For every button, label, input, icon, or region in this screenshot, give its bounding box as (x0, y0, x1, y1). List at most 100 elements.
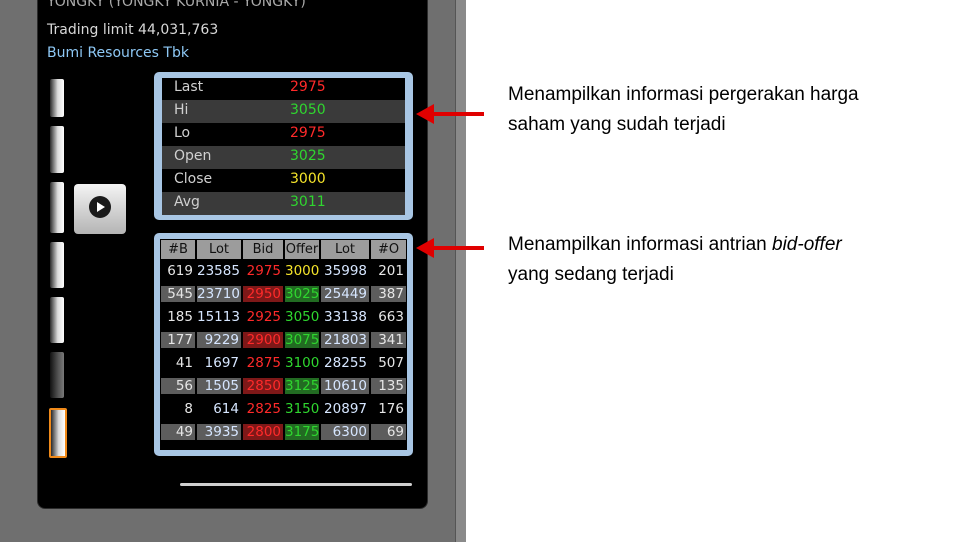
orderbook-cell: 2900 (243, 332, 283, 348)
orderbook-header-cell: #B (161, 240, 195, 259)
orderbook-cell: 9229 (197, 332, 241, 348)
orderbook-cell: 201 (378, 263, 404, 279)
orderbook-cell: 507 (378, 355, 404, 371)
orderbook-cell: 35998 (324, 263, 367, 279)
price-label: Hi (174, 102, 189, 118)
orderbook-cell: 3000 (285, 263, 320, 279)
orderbook-cell: 3100 (285, 355, 320, 371)
price-info-panel: Last 2975 Hi 3050 Lo 2975 Open 3025 Close 3000 Avg… (154, 72, 413, 220)
annotation-queue: Menampilkan informasi antrian bid-offer … (508, 230, 842, 290)
annotation-queue-line2: yang sedang terjadi (508, 264, 674, 285)
orderbook-cell: 3935 (197, 424, 241, 440)
price-row: Avg 3011 (162, 192, 405, 215)
orderbook-cell: 663 (378, 309, 404, 325)
bid-offer-panel: #B Lot Bid Offer Lot #O 619 23585 2975 3000 35998 2… (154, 233, 413, 456)
orderbook-cell: 23585 (197, 263, 240, 279)
orderbook-cell: 56 (161, 378, 195, 394)
orderbook-cell: 2975 (246, 263, 281, 279)
orderbook-cell: 23710 (197, 286, 241, 302)
side-button-4[interactable] (50, 242, 64, 288)
orderbook-header-cell: Lot (197, 240, 241, 259)
price-value: 3011 (290, 194, 326, 210)
annotation-queue-line1: Menampilkan informasi antrian bid-offer (508, 230, 842, 260)
orderbook-cell: 1505 (197, 378, 241, 394)
side-button-selected[interactable] (49, 408, 67, 458)
orderbook-cell: 21803 (321, 332, 369, 348)
trading-limit-label: Trading limit 44,031,763 (47, 22, 219, 38)
orderbook-cell: 176 (378, 401, 404, 417)
annotation-queue-text: Menampilkan informasi antrian (508, 234, 773, 255)
company-name: Bumi Resources Tbk (47, 45, 189, 61)
orderbook-row[interactable]: 49 3935 2800 3175 6300 69 (160, 422, 407, 444)
arrow-left-icon (416, 104, 434, 124)
orderbook-header-cell: Offer (285, 240, 319, 259)
orderbook-cell: 2850 (243, 378, 283, 394)
orderbook-cell: 28255 (324, 355, 367, 371)
price-label: Avg (174, 194, 200, 210)
orderbook-header-cell: Bid (243, 240, 283, 259)
arrow-line-queue (432, 246, 484, 250)
price-label: Lo (174, 125, 191, 141)
orderbook-row[interactable]: 185 15113 2925 3050 33138 663 (160, 307, 407, 329)
side-button-1[interactable] (50, 79, 64, 117)
annotation-price-line2: saham yang sudah terjadi (508, 114, 726, 135)
orderbook-cell: 3150 (285, 401, 320, 417)
orderbook-header-cell: #O (371, 240, 406, 259)
price-table: Last 2975 Hi 3050 Lo 2975 Open 3025 Close 3000 Avg… (162, 77, 405, 215)
orderbook-cell: 6300 (321, 424, 369, 440)
annotation-queue-italic: bid-offer (772, 234, 842, 255)
scroll-indicator[interactable] (180, 483, 412, 486)
orderbook-cell: 3075 (285, 332, 320, 348)
orderbook-cell: 3050 (285, 309, 320, 325)
price-row: Hi 3050 (162, 100, 405, 123)
arrow-left-icon (416, 238, 434, 258)
user-label: YONGKY (YONGKY KURNIA - YONGKY) (47, 0, 306, 10)
orderbook-row[interactable]: 8 614 2825 3150 20897 176 (160, 399, 407, 421)
orderbook-cell: 41 (175, 355, 193, 371)
side-button-5[interactable] (50, 297, 64, 343)
orderbook-cell: 341 (371, 332, 406, 348)
orderbook-cell: 619 (167, 263, 193, 279)
price-value: 2975 (290, 125, 326, 141)
orderbook-row[interactable]: 619 23585 2975 3000 35998 201 (160, 261, 407, 283)
orderbook-cell: 545 (161, 286, 195, 302)
price-value: 2975 (290, 79, 326, 95)
orderbook-cell: 49 (161, 424, 195, 440)
price-label: Last (174, 79, 204, 95)
side-button-6[interactable] (50, 352, 64, 398)
orderbook-header-cell: Lot (321, 240, 369, 259)
orderbook-row[interactable]: 177 9229 2900 3075 21803 341 (160, 330, 407, 352)
play-button[interactable] (74, 184, 126, 234)
orderbook-cell: 387 (371, 286, 406, 302)
orderbook-row[interactable]: 41 1697 2875 3100 28255 507 (160, 353, 407, 375)
orderbook-cell: 2875 (246, 355, 281, 371)
orderbook-cell: 3125 (285, 378, 320, 394)
orderbook-cell: 2800 (243, 424, 283, 440)
orderbook-cell: 33138 (324, 309, 367, 325)
orderbook-cell: 25449 (321, 286, 369, 302)
orderbook-cell: 69 (371, 424, 406, 440)
orderbook-cell: 185 (167, 309, 193, 325)
price-value: 3025 (290, 148, 326, 164)
side-button-2[interactable] (50, 126, 64, 173)
annotation-price-line1: Menampilkan informasi pergerakan harga (508, 84, 859, 105)
orderbook-cell: 2825 (246, 401, 281, 417)
price-row: Open 3025 (162, 146, 405, 169)
device-frame: YONGKY (YONGKY KURNIA - YONGKY) Trading … (0, 0, 466, 542)
arrow-line-price (432, 112, 484, 116)
orderbook-cell: 20897 (324, 401, 367, 417)
price-row: Close 3000 (162, 169, 405, 192)
orderbook-table[interactable]: #B Lot Bid Offer Lot #O 619 23585 2975 3000 35998 2… (160, 239, 407, 450)
orderbook-cell: 2950 (243, 286, 283, 302)
orderbook-row[interactable]: 56 1505 2850 3125 10610 135 (160, 376, 407, 398)
price-row: Last 2975 (162, 77, 405, 100)
price-value: 3000 (290, 171, 326, 187)
orderbook-cell: 135 (371, 378, 406, 394)
price-row: Lo 2975 (162, 123, 405, 146)
orderbook-cell: 10610 (321, 378, 369, 394)
play-icon (89, 196, 111, 218)
price-value: 3050 (290, 102, 326, 118)
side-button-3[interactable] (50, 182, 64, 233)
orderbook-cell: 15113 (197, 309, 240, 325)
orderbook-row[interactable]: 545 23710 2950 3025 25449 387 (160, 284, 407, 306)
